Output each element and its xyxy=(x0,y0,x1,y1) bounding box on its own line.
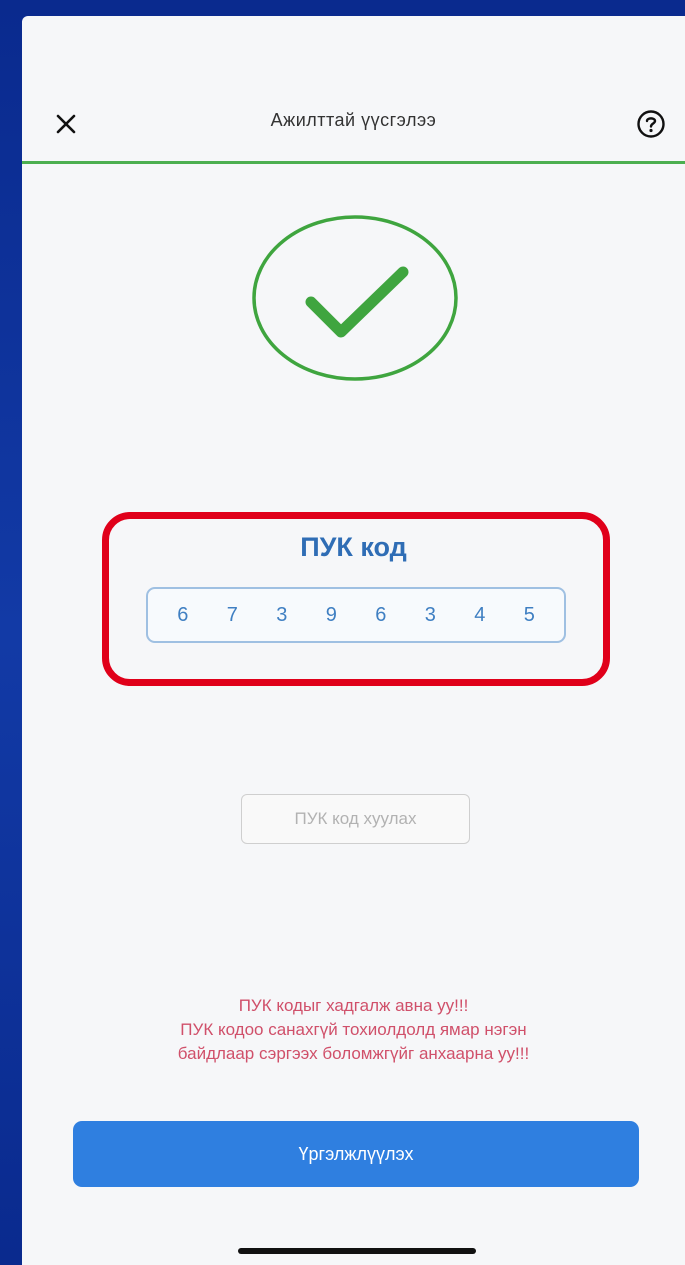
puk-digit: 5 xyxy=(523,603,535,626)
progress-fill xyxy=(22,161,685,164)
continue-button[interactable]: Үргэлжлүүлэх xyxy=(73,1121,639,1187)
device-frame: Ажилттай үүсгэлээ ПУК код 6 7 3 9 6 3 4 … xyxy=(0,0,685,1265)
page-title: Ажилттай үүсгэлээ xyxy=(270,110,437,130)
checkmark-circle-icon xyxy=(252,215,458,381)
home-indicator[interactable] xyxy=(238,1248,476,1254)
copy-puk-button[interactable]: ПУК код хуулах xyxy=(241,794,470,844)
help-button[interactable] xyxy=(634,107,668,141)
puk-digit: 6 xyxy=(177,603,189,626)
help-icon xyxy=(637,110,665,138)
header-bar: Ажилттай үүсгэлээ xyxy=(22,16,685,164)
puk-digit: 6 xyxy=(375,603,387,626)
warning-line: байдлаар сэргээх боломжгүйг анхаарна уу!… xyxy=(177,1044,530,1063)
warning-line: ПУК кодыг хадгалж авна уу!!! xyxy=(238,996,469,1015)
progress-bar xyxy=(22,161,685,164)
puk-code-display: 6 7 3 9 6 3 4 5 xyxy=(146,587,566,643)
warning-text: ПУК кодыг хадгалж авна уу!!! ПУК кодоо с… xyxy=(62,994,645,1066)
puk-digit: 3 xyxy=(424,603,436,626)
puk-digit: 9 xyxy=(325,603,337,626)
puk-digit: 7 xyxy=(226,603,238,626)
puk-digit: 3 xyxy=(276,603,288,626)
warning-line: ПУК кодоо санахгүй тохиолдолд ямар нэгэн xyxy=(180,1020,527,1039)
app-screen: Ажилттай үүсгэлээ ПУК код 6 7 3 9 6 3 4 … xyxy=(22,16,685,1265)
puk-digit: 4 xyxy=(474,603,486,626)
puk-label: ПУК код xyxy=(300,532,407,562)
